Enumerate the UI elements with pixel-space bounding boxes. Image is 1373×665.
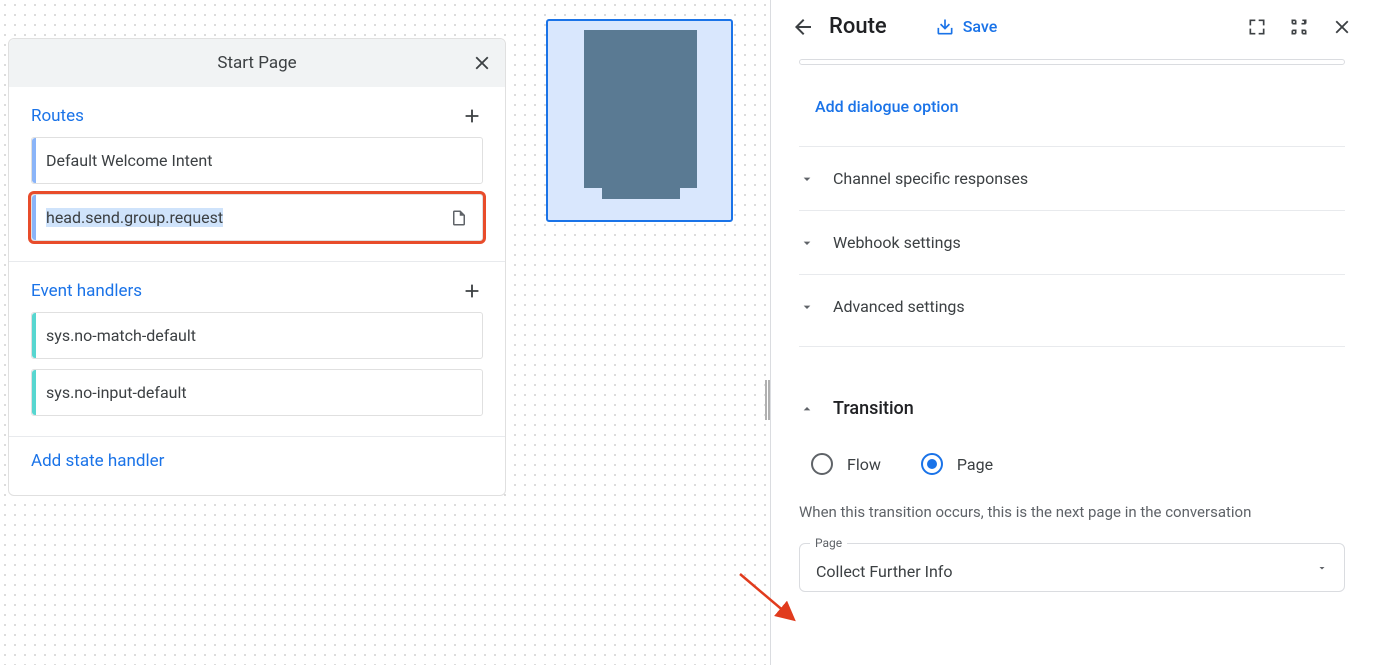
event-handlers-label: Event handlers	[31, 281, 142, 301]
event-handlers-section-header: Event handlers	[9, 262, 505, 312]
start-page-card: Start Page Routes Default Welcome Intent…	[8, 38, 506, 496]
radio-icon-checked	[921, 453, 943, 475]
flow-node-selected[interactable]	[546, 19, 733, 222]
page-select-value: Collect Further Info	[816, 562, 952, 581]
route-label: head.send.group.request	[46, 208, 223, 227]
add-event-handler-button[interactable]	[461, 280, 483, 302]
event-handler-item[interactable]: sys.no-input-default	[31, 369, 483, 416]
fullscreen-exit-icon[interactable]	[1289, 17, 1309, 37]
routes-list: Default Welcome Intent head.send.group.r…	[9, 137, 505, 261]
chevron-down-icon	[799, 171, 815, 187]
event-bar	[32, 313, 36, 358]
close-icon[interactable]	[471, 52, 493, 74]
event-handlers-list: sys.no-match-default sys.no-input-defaul…	[9, 312, 505, 436]
fullscreen-icon[interactable]	[1247, 17, 1267, 37]
start-page-header: Start Page	[9, 39, 505, 87]
route-bar	[32, 195, 36, 240]
close-panel-icon[interactable]	[1331, 16, 1353, 38]
add-dialogue-option-link[interactable]: Add dialogue option	[799, 87, 1345, 146]
caret-down-icon	[1316, 562, 1328, 574]
route-label: Default Welcome Intent	[46, 151, 212, 170]
transition-type-radios: Flow Page	[799, 447, 1345, 495]
accordion-label: Webhook settings	[833, 233, 961, 252]
transition-title: Transition	[833, 398, 914, 419]
radio-flow[interactable]: Flow	[811, 453, 881, 475]
event-bar	[32, 370, 36, 415]
add-route-button[interactable]	[461, 105, 483, 127]
chevron-down-icon	[799, 235, 815, 251]
radio-flow-label: Flow	[847, 455, 881, 474]
accordion-label: Channel specific responses	[833, 169, 1028, 188]
transition-hint: When this transition occurs, this is the…	[799, 495, 1345, 543]
event-handler-label: sys.no-match-default	[46, 326, 196, 345]
event-handler-item[interactable]: sys.no-match-default	[31, 312, 483, 359]
accordion-label: Advanced settings	[833, 297, 965, 316]
route-item[interactable]: Default Welcome Intent	[31, 137, 483, 184]
fulfillment-field-edge[interactable]	[799, 59, 1345, 65]
document-icon	[450, 209, 468, 227]
radio-icon	[811, 453, 833, 475]
save-button[interactable]: Save	[935, 17, 998, 37]
routes-section-header: Routes	[9, 87, 505, 137]
accordion-channel-responses[interactable]: Channel specific responses	[799, 146, 1345, 210]
accordion-advanced-settings[interactable]: Advanced settings	[799, 274, 1345, 338]
panel-header: Route Save	[771, 0, 1373, 53]
panel-resize-handle[interactable]	[765, 380, 770, 420]
page-select-label: Page	[810, 536, 847, 550]
event-handler-label: sys.no-input-default	[46, 383, 187, 402]
chevron-up-icon	[799, 401, 815, 417]
chevron-down-icon	[799, 299, 815, 315]
accordion-webhook-settings[interactable]: Webhook settings	[799, 210, 1345, 274]
save-label: Save	[963, 17, 998, 36]
page-select[interactable]: Page Collect Further Info	[799, 543, 1345, 592]
start-page-title: Start Page	[217, 53, 296, 73]
flow-node-body	[584, 30, 697, 188]
back-icon[interactable]	[791, 15, 815, 39]
route-item-selected[interactable]: head.send.group.request	[31, 194, 483, 241]
radio-page[interactable]: Page	[921, 453, 993, 475]
transition-section-header[interactable]: Transition	[799, 390, 1345, 447]
route-edit-panel: Route Save Add dialogue option Channel s…	[770, 0, 1373, 665]
panel-title: Route	[829, 14, 887, 39]
add-state-handler-link[interactable]: Add state handler	[9, 437, 505, 495]
route-bar	[32, 138, 36, 183]
radio-page-label: Page	[957, 455, 993, 474]
routes-label: Routes	[31, 106, 84, 126]
flow-node-footer	[602, 187, 680, 199]
